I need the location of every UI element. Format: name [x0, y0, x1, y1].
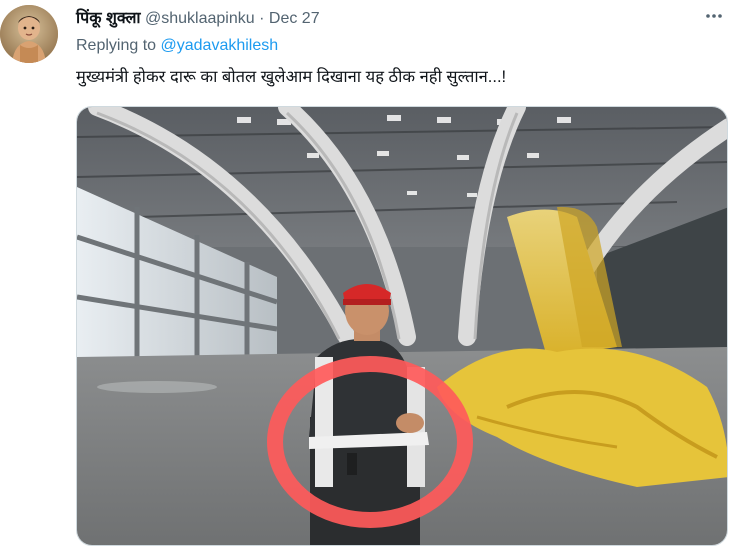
tweet-date[interactable]: Dec 27: [269, 10, 320, 27]
user-handle[interactable]: @shuklaapinku: [145, 10, 255, 27]
tweet[interactable]: पिंकू शुक्ला @shuklaapinku · Dec 27 Repl…: [0, 0, 730, 548]
replying-to-label: Replying to: [76, 37, 157, 54]
ellipsis-icon: [706, 14, 722, 18]
separator-dot: ·: [259, 10, 265, 27]
avatar[interactable]: [0, 5, 58, 63]
avatar-image: [0, 5, 58, 63]
replying-to-mention[interactable]: @yadavakhilesh: [161, 37, 279, 54]
more-options-button[interactable]: [702, 6, 726, 26]
tweet-text: मुख्यमंत्री होकर दारू का बोतल खुलेआम दिख…: [76, 68, 507, 86]
photo-scene: [77, 107, 727, 545]
tweet-photo[interactable]: [76, 106, 728, 546]
tweet-header: पिंकू शुक्ला @shuklaapinku · Dec 27: [76, 6, 730, 30]
display-name[interactable]: पिंकू शुक्ला: [76, 10, 141, 27]
replying-to: Replying to @yadavakhilesh: [76, 37, 278, 55]
